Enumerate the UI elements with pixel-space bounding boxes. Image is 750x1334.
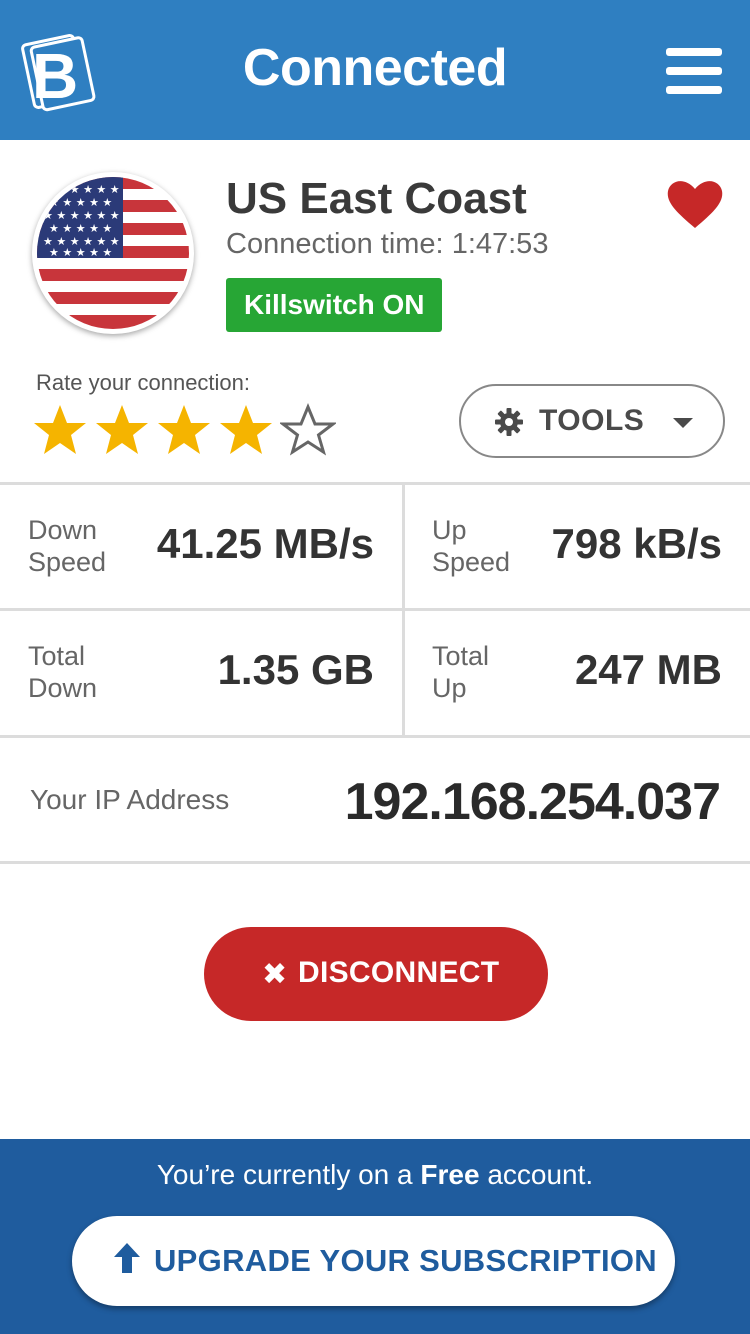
total-down-label: Total Down [28, 641, 98, 703]
svg-text:★ ★ ★ ★ ★: ★ ★ ★ ★ ★ [49, 246, 112, 259]
connection-time: Connection time: 1:47:53 [226, 228, 548, 261]
star-rating[interactable] [32, 402, 342, 460]
star-icon[interactable] [32, 402, 88, 458]
tools-dropdown[interactable]: TOOLS [459, 384, 725, 458]
divider [0, 482, 750, 485]
disconnect-button[interactable]: ✖ DISCONNECT [204, 927, 548, 1021]
heart-icon[interactable] [666, 178, 724, 230]
star-empty-icon[interactable] [280, 402, 336, 458]
divider [402, 485, 405, 735]
gear-icon [495, 408, 523, 436]
connection-time-value: 1:47:53 [451, 228, 549, 260]
chevron-down-icon [673, 418, 693, 428]
upgrade-label: UPGRADE YOUR SUBSCRIPTION [154, 1243, 657, 1278]
star-icon[interactable] [218, 402, 274, 458]
up-speed-value: 798 kB/s [551, 520, 722, 567]
down-speed-label: Down Speed [28, 515, 107, 577]
svg-text:★ ★ ★ ★ ★: ★ ★ ★ ★ ★ [49, 196, 112, 209]
divider [0, 861, 750, 864]
star-icon[interactable] [156, 402, 212, 458]
svg-text:★ ★ ★ ★ ★ ★: ★ ★ ★ ★ ★ ★ [43, 183, 120, 196]
divider [0, 608, 750, 611]
account-footer: You’re currently on a Free account. UPGR… [0, 1139, 750, 1334]
tools-label: TOOLS [539, 404, 645, 437]
down-speed-value: 41.25 MB/s [156, 520, 374, 567]
svg-text:★ ★ ★ ★ ★ ★: ★ ★ ★ ★ ★ ★ [43, 209, 120, 222]
svg-text:★ ★ ★ ★ ★: ★ ★ ★ ★ ★ [49, 222, 112, 235]
connection-time-label: Connection time: [226, 228, 444, 260]
ip-address-label: Your IP Address [30, 784, 230, 815]
up-speed-label: Up Speed [432, 515, 511, 577]
server-name: US East Coast [226, 174, 527, 223]
page-title: Connected [242, 39, 508, 97]
us-flag-icon: ★ ★ ★ ★ ★ ★ ★ ★ ★ ★ ★ ★ ★ ★ ★ ★ ★ ★ ★ ★ … [32, 172, 194, 334]
total-up-value: 247 MB [574, 646, 722, 693]
killswitch-badge: Killswitch ON [226, 278, 443, 332]
total-up-label: Total Up [432, 641, 490, 703]
rate-label: Rate your connection: [36, 370, 251, 395]
close-icon: ✖ [262, 958, 288, 991]
upgrade-subscription-button[interactable]: UPGRADE YOUR SUBSCRIPTION [72, 1216, 675, 1306]
disconnect-label: DISCONNECT [298, 956, 500, 989]
ip-address-value: 192.168.254.037 [344, 773, 721, 831]
divider [0, 735, 750, 738]
account-status-text: You’re currently on a Free account. [156, 1159, 594, 1190]
star-icon[interactable] [94, 402, 150, 458]
arrow-up-icon [114, 1243, 140, 1273]
total-down-value: 1.35 GB [217, 646, 374, 693]
hamburger-menu-icon[interactable] [666, 48, 722, 94]
app-header: B Connected [0, 0, 750, 140]
